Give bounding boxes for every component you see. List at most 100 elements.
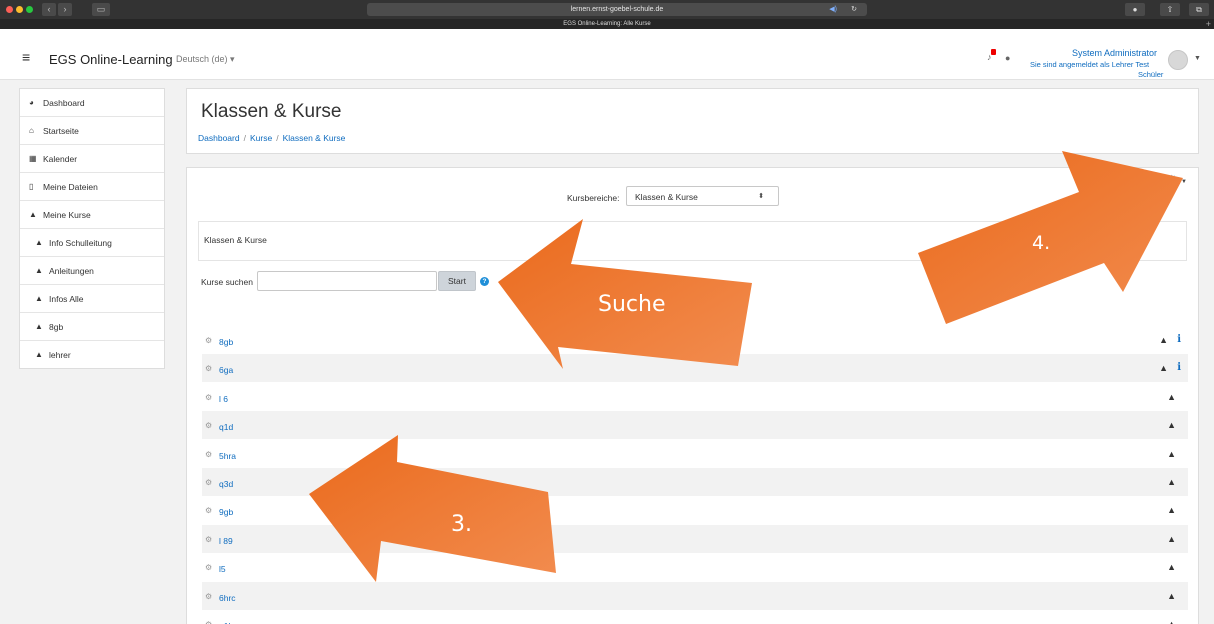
menu-icon[interactable]: ≡ (22, 50, 30, 64)
graduation-cap-icon[interactable]: ▲ (1167, 505, 1176, 515)
user-name[interactable]: System Administrator (1072, 48, 1157, 58)
gear-icon[interactable]: ✹ (1166, 173, 1180, 187)
help-icon[interactable]: ? (480, 277, 489, 286)
tab-active[interactable]: EGS Online-Learning: Alle Kurse (0, 19, 1214, 29)
course-row[interactable]: ⚙ l 89 ▲ (202, 524, 1188, 553)
graduation-cap-icon[interactable]: ▲ (1167, 534, 1176, 544)
course-icon: ⚙ (205, 392, 213, 402)
course-icon: ⚙ (205, 478, 213, 487)
maximize-window-icon[interactable] (26, 6, 33, 13)
avatar[interactable] (1168, 50, 1188, 70)
close-window-icon[interactable] (6, 6, 13, 13)
course-link[interactable]: 8gb (219, 337, 233, 347)
graduation-cap-icon: ▲ (35, 322, 43, 331)
audio-icon[interactable]: ◀) (829, 3, 837, 16)
category-select-label: Kursbereiche: (567, 193, 620, 203)
info-icon[interactable]: i (1177, 362, 1181, 373)
info-icon[interactable]: i (1177, 334, 1181, 345)
graduation-cap-icon[interactable]: ▲ (1167, 420, 1176, 430)
file-icon: ▯ (29, 182, 34, 191)
annotation-label-3: 3. (451, 512, 472, 537)
back-button[interactable]: ‹ (42, 3, 56, 16)
new-tab-icon[interactable]: + (1206, 19, 1211, 29)
messages-icon[interactable]: ● (1005, 53, 1010, 63)
category-select[interactable]: Klassen & Kurse ⬍ (626, 186, 779, 206)
course-row[interactable]: ⚙ l5 ▲ (202, 553, 1188, 581)
course-search-label: Kurse suchen (201, 277, 253, 287)
course-link[interactable]: 5hra (219, 451, 236, 461)
browser-toolbar: ‹ › ▭ lernen.ernst-goebel-schule.de ◀) ↻… (0, 0, 1214, 19)
reload-icon[interactable]: ↻ (851, 3, 857, 16)
address-bar[interactable]: lernen.ernst-goebel-schule.de ◀) ↻ (367, 3, 867, 16)
graduation-cap-icon[interactable]: ▲ (1167, 477, 1176, 487)
course-link[interactable]: l 89 (219, 536, 233, 546)
sidebar-item-label: Meine Kurse (43, 210, 91, 220)
dashboard-icon: ◕ (29, 98, 34, 107)
sidebar-item-dashboard[interactable]: ◕ Dashboard (20, 89, 164, 117)
graduation-cap-icon[interactable]: ▲ (1167, 591, 1176, 601)
minimize-window-icon[interactable] (16, 6, 23, 13)
course-link[interactable]: 6ga (219, 365, 233, 375)
annotation-label-4: 4. (1032, 232, 1051, 254)
course-link[interactable]: q3d (219, 479, 233, 489)
sidebar-item-anleitungen[interactable]: ▲ Anleitungen (20, 257, 164, 285)
sidebar-item-info-schulleitung[interactable]: ▲ Info Schulleitung (20, 229, 164, 257)
breadcrumb-current[interactable]: Klassen & Kurse (283, 133, 346, 143)
graduation-cap-icon[interactable]: ▲ (1159, 363, 1168, 373)
graduation-cap-icon[interactable]: ▲ (1167, 619, 1176, 624)
select-arrows-icon: ⬍ (758, 193, 764, 200)
chevron-down-icon[interactable]: ▼ (1181, 179, 1187, 185)
course-row[interactable]: ⚙ 5hra ▲ (202, 440, 1188, 468)
graduation-cap-icon[interactable]: ▲ (1167, 392, 1176, 402)
site-brand[interactable]: EGS Online-Learning (49, 52, 173, 67)
course-link[interactable]: l5 (219, 564, 226, 574)
chevron-down-icon[interactable]: ▼ (1194, 55, 1201, 62)
breadcrumb-dashboard[interactable]: Dashboard (198, 133, 240, 143)
course-link[interactable]: 6hrc (219, 593, 236, 603)
course-link[interactable]: 9gb (219, 507, 233, 517)
privacy-icon[interactable]: ● (1125, 3, 1145, 16)
graduation-cap-icon[interactable]: ▲ (1167, 449, 1176, 459)
course-row[interactable]: ⚙ 8gb ▲ i (202, 326, 1188, 354)
course-row[interactable]: ⚙ l 6 ▲ (202, 383, 1188, 411)
graduation-cap-icon[interactable]: ▲ (1167, 562, 1176, 572)
category-description-title: Klassen & Kurse (204, 235, 267, 245)
course-search-input[interactable] (257, 271, 437, 291)
graduation-cap-icon[interactable]: ▲ (1159, 335, 1168, 345)
sidebar-item-label: 8gb (49, 322, 64, 332)
home-icon: ⌂ (29, 126, 34, 135)
course-row[interactable]: ⚙ q3d ▲ (202, 468, 1188, 496)
page-scrollbar[interactable] (1206, 80, 1214, 624)
course-link[interactable]: q1d (219, 422, 233, 432)
sidebar-item-label: Infos Alle (49, 294, 84, 304)
language-menu[interactable]: Deutsch (de) ▾ (176, 54, 235, 65)
course-row[interactable]: ⚙ 6hrc ▲ (202, 581, 1188, 610)
sidebar-item-label: Startseite (43, 126, 79, 136)
annotation-label-search: Suche (598, 292, 666, 317)
tabs-icon[interactable]: ⧉ (1189, 3, 1209, 16)
course-row[interactable]: ⚙ 9gb ▲ (202, 496, 1188, 524)
course-icon: ⚙ (205, 421, 213, 431)
course-row[interactable]: ⚙ q1d ▲ (202, 411, 1188, 440)
sidebar-item-kalender[interactable]: ▦ Kalender (20, 145, 164, 173)
sidebar-item-label: lehrer (49, 350, 71, 360)
sidebar-item-meine-kurse[interactable]: ▲ Meine Kurse (20, 201, 164, 229)
course-row[interactable]: ⚙q1b▲ (202, 610, 1188, 624)
page-header: Klassen & Kurse Dashboard / Kurse / Klassen … (186, 88, 1199, 154)
forward-button[interactable]: › (58, 3, 72, 16)
sidebar-item-8gb[interactable]: ▲ 8gb (20, 313, 164, 341)
breadcrumb-separator: / (276, 133, 279, 143)
search-start-button[interactable]: Start (438, 271, 476, 291)
breadcrumb-kurse[interactable]: Kurse (250, 133, 272, 143)
course-link[interactable]: l 6 (219, 394, 228, 404)
course-row[interactable]: ⚙ 6ga ▲ i (202, 354, 1188, 383)
course-icon: ⚙ (205, 620, 212, 624)
sidebar-item-meine-dateien[interactable]: ▯ Meine Dateien (20, 173, 164, 201)
sidebar-item-lehrer[interactable]: ▲ lehrer (20, 341, 164, 369)
sidebar-item-startseite[interactable]: ⌂ Startseite (20, 117, 164, 145)
course-icon: ⚙ (205, 591, 213, 601)
sidebar-item-infos-alle[interactable]: ▲ Infos Alle (20, 285, 164, 313)
sidebar-toggle-icon[interactable]: ▭ (92, 3, 110, 16)
share-icon[interactable]: ⇧ (1160, 3, 1180, 16)
course-icon: ⚙ (205, 506, 213, 516)
